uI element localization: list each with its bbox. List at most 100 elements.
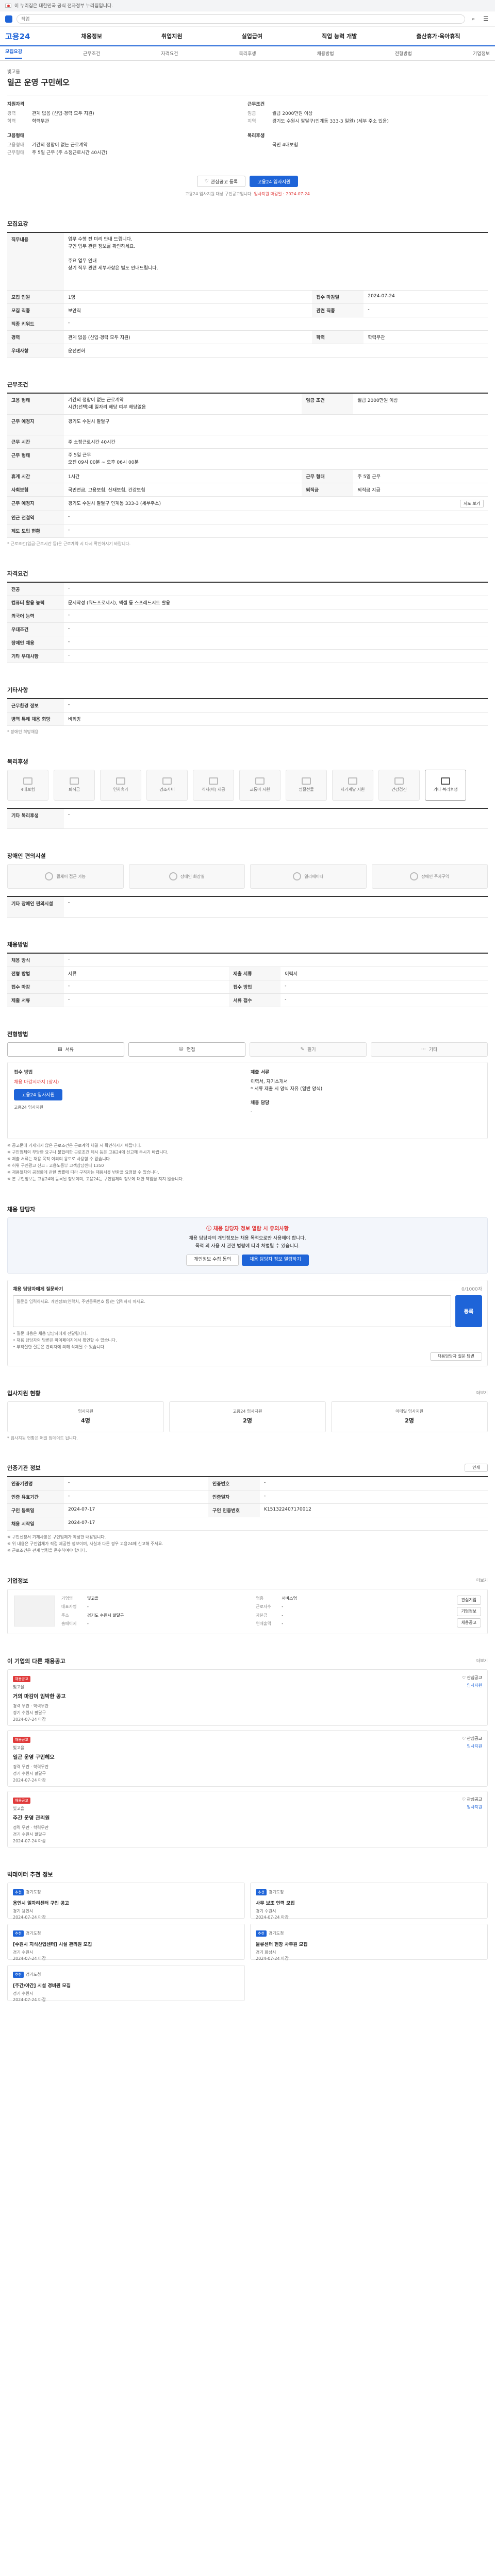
list-item[interactable]: 채용공고 빛고을 주간 운영 관리원 경력 무관 · 학력무관 경기 수원시 팔… bbox=[7, 1790, 488, 1848]
main-content: 빛고을 일곤 운영 구민헤오 지원자격 경력 관계 없음 (신입·경력 모두 지원… bbox=[0, 68, 495, 2022]
table-row: 근무 예정지 경기도 수원시 팔달구 인계동 333-3 (세부주소) 지도 보기 bbox=[7, 496, 488, 511]
view-contact-button[interactable]: 채용 담당자 정보 열람하기 bbox=[242, 1254, 309, 1266]
qa-textarea[interactable] bbox=[13, 1295, 451, 1327]
table-row: 근무 시간 주 소정근로시간 40시간 bbox=[7, 435, 488, 449]
tab-company[interactable]: 기업정보 bbox=[473, 50, 490, 57]
search-icon[interactable]: ⌕ bbox=[469, 15, 477, 23]
method-section-title: 채용방법 bbox=[7, 941, 28, 948]
recommend-card[interactable]: 추천 경기도청 물류센터 현장 사무원 모집 경기 화성시 2024-07-24 … bbox=[250, 1923, 488, 1961]
list-item[interactable]: 채용공고 빛고을 일곤 운영 구민헤오 경력 무관 · 학력무관 경기 수원시 … bbox=[7, 1730, 488, 1787]
qa-box: 채용 담당자에게 질문하기 0/1000자 등록 • 질문 내용은 채용 담당자… bbox=[7, 1279, 488, 1366]
welfare-card: 연차휴가 bbox=[100, 769, 141, 801]
apply-actions: ♡ 관심공고 등록 고용24 입사지원 bbox=[7, 176, 488, 187]
table-row: 경력 관계 없음 (신입·경력 모두 지원) 학력 학력무관 bbox=[7, 330, 488, 344]
table-row: 우대조건 - bbox=[7, 622, 488, 636]
recommend-card[interactable]: 추천 경기도청 [수원시 지식산업센터] 시설 관리원 모집 경기 수원시 202… bbox=[7, 1923, 245, 1961]
company-jobs-button[interactable]: 채용공고 bbox=[456, 1618, 481, 1628]
site-mini-logo[interactable] bbox=[5, 15, 12, 23]
job-tag: 채용공고 bbox=[13, 1675, 30, 1682]
map-button[interactable]: 지도 보기 bbox=[460, 499, 484, 507]
pencil-icon: ✎ bbox=[300, 1046, 304, 1052]
print-button[interactable]: 인쇄 bbox=[465, 1463, 488, 1472]
global-nav: 채용정보 취업지원 실업급여 직업 능력 개발 출산휴가·육아휴직 bbox=[52, 32, 490, 40]
gnb-item-benefit[interactable]: 실업급여 bbox=[241, 32, 262, 40]
apply-button[interactable]: 고용24 입사지원 bbox=[250, 176, 299, 187]
summary-row: 임금 월급 2000만원 이상 bbox=[248, 111, 313, 116]
others-more-link[interactable]: 더보기 bbox=[476, 1658, 488, 1664]
table-row: 전공 - bbox=[7, 582, 488, 596]
save-job-link[interactable]: ♡ 관심공고 bbox=[462, 1736, 482, 1741]
screening-apply-button[interactable]: 고용24 입사지원 bbox=[14, 1089, 62, 1100]
save-job-link[interactable]: ♡ 관심공고 bbox=[462, 1675, 482, 1681]
company-more-link[interactable]: 더보기 bbox=[476, 1578, 488, 1583]
company-info-button[interactable]: 기업정보 bbox=[456, 1606, 481, 1616]
summary-cond-heading: 근무조건 bbox=[248, 102, 265, 107]
table-row: 기타 복리후생 - bbox=[7, 808, 488, 829]
summary-row: 학력 학력무관 bbox=[7, 119, 50, 124]
table-row: 사회보험 국민연금, 고용보험, 산재보험, 건강보험 퇴직금 퇴직금 지급 bbox=[7, 483, 488, 497]
gnb-item-leave[interactable]: 출산휴가·육아휴직 bbox=[416, 32, 460, 40]
summary-row: 경력 관계 없음 (신입·경력 모두 지원) bbox=[7, 111, 94, 116]
tab-screening[interactable]: 전형방법 bbox=[395, 50, 412, 57]
job-title-link[interactable]: 거의 마감이 임박한 공고 bbox=[13, 1692, 451, 1700]
tab-welfare[interactable]: 복리후생 bbox=[239, 50, 256, 57]
welfare-cards: 4대보험 퇴직금 연차휴가 경조사비 식사(비) 제공 교통비 지원 명절선물 … bbox=[7, 769, 488, 801]
meal-icon bbox=[209, 777, 218, 785]
etc-icon bbox=[441, 777, 450, 785]
gov-banner: 이 누리집은 대한민국 공식 전자정부 누리집입니다. bbox=[0, 0, 495, 11]
qa-submit-button[interactable]: 등록 bbox=[455, 1295, 482, 1327]
welfare-card: 명절선물 bbox=[286, 769, 327, 801]
gnb-item-support[interactable]: 취업지원 bbox=[161, 32, 182, 40]
qa-notes: • 질문 내용은 채용 담당자에게 전달됩니다. • 채용 담당자의 답변은 마… bbox=[13, 1331, 117, 1349]
gnb-item-jobs[interactable]: 채용정보 bbox=[81, 32, 102, 40]
job-title-link[interactable]: 주간 운영 관리원 bbox=[13, 1814, 451, 1821]
person-icon: ☺ bbox=[178, 1046, 184, 1052]
table-row: 근무 형태 주 5일 근무 오전 09시 00분 ~ 오후 06시 00분 bbox=[7, 448, 488, 470]
company-actions: 관심기업 기업정보 채용공고 bbox=[456, 1595, 481, 1628]
welfare-card: 식사(비) 제공 bbox=[193, 769, 234, 801]
save-job-button[interactable]: ♡ 관심공고 등록 bbox=[196, 176, 246, 187]
table-row: 직무내용 업무 수행 전 미리 안내 드립니다. 구인 업무 관련 정보를 확인… bbox=[7, 232, 488, 291]
company-name[interactable]: 빛고을 bbox=[7, 68, 488, 75]
heart-icon: ♡ bbox=[461, 1797, 467, 1802]
job-title-link[interactable]: 일곤 운영 구민헤오 bbox=[13, 1753, 451, 1760]
table-row: 구인 등록일 2024-07-17 구인 인증번호 K151322407170012 bbox=[7, 1503, 488, 1517]
table-row: 고용 형태 기간의 정함이 없는 근로계약 시간(선택)제 일자리 해당 여부 해… bbox=[7, 393, 488, 415]
welfare-card: 자기계발 지원 bbox=[332, 769, 373, 801]
table-row: 우대사항 운전면허 bbox=[7, 344, 488, 358]
recommend-card[interactable]: 추천 경기도청 용인시 일자리센터 구인 공고 경기 용인시 2024-07-24… bbox=[7, 1882, 245, 1920]
save-job-link[interactable]: ♡ 관심공고 bbox=[462, 1797, 482, 1802]
apply-link[interactable]: 입사지원 bbox=[467, 1743, 482, 1749]
tab-method[interactable]: 채용방법 bbox=[317, 50, 334, 57]
info-notes: ※ 구인신청서 기재사항은 구인업체가 작성한 내용입니다. ※ 위 내용은 구… bbox=[7, 1534, 163, 1553]
status-more-link[interactable]: 더보기 bbox=[476, 1390, 488, 1396]
tab-recruit[interactable]: 모집요강 bbox=[5, 48, 23, 59]
toilet-icon bbox=[169, 872, 177, 880]
company-follow-button[interactable]: 관심기업 bbox=[456, 1595, 481, 1605]
welfare-card: 교통비 지원 bbox=[239, 769, 280, 801]
recommend-card[interactable]: 추천 경기도청 [주간/야간] 시설 경비원 모집 경기 수원시 2024-07-… bbox=[7, 1964, 245, 2002]
list-item[interactable]: 채용공고 빛고을 거의 마감이 임박한 공고 경력 무관 · 학력무관 경기 수… bbox=[7, 1669, 488, 1726]
table-row: 인증기관명 - 인증번호 - bbox=[7, 1476, 488, 1490]
gnb-item-training[interactable]: 직업 능력 개발 bbox=[322, 32, 357, 40]
others-section-title: 이 기업의 다른 채용공고 bbox=[7, 1657, 65, 1665]
menu-icon[interactable]: ☰ bbox=[482, 15, 490, 23]
gift-icon bbox=[162, 777, 172, 785]
book-icon bbox=[348, 777, 357, 785]
recommend-card[interactable]: 추천 경기도청 사무 보조 인력 모집 경기 수원시 2024-07-24 마감 bbox=[250, 1882, 488, 1920]
company-box: 기업명 빛고을 업종 서비스업 대표자명 - 근로자수 - 주소 경기도 수원시 팔달구 … bbox=[7, 1588, 488, 1634]
table-row: 모집 직종 보안직 관련 직종 - bbox=[7, 303, 488, 317]
consent-button[interactable]: 개인정보 수집 동의 bbox=[186, 1254, 239, 1266]
search-input[interactable] bbox=[16, 14, 465, 24]
qa-more-button[interactable]: 채용담당자 질문 답변 bbox=[430, 1352, 482, 1361]
tab-qualify[interactable]: 자격요건 bbox=[161, 50, 178, 57]
tab-work[interactable]: 근무조건 bbox=[83, 50, 100, 57]
summary-left: 지원자격 경력 관계 없음 (신입·경력 모두 지원) 학력 학력무관 고용형태 고… bbox=[7, 100, 248, 157]
apply-link[interactable]: 입사지원 bbox=[467, 1683, 482, 1688]
apply-link[interactable]: 입사지원 bbox=[467, 1804, 482, 1810]
company-logo bbox=[14, 1595, 55, 1626]
site-logo[interactable]: 고용24 bbox=[5, 31, 52, 42]
disability-cards: 휠체어 접근 가능 장애인 화장실 엘리베이터 장애인 주차구역 bbox=[7, 864, 488, 889]
table-row: 전형 방법 서류 제출 서류 이력서 bbox=[7, 967, 488, 980]
qualify-section-title: 자격요건 bbox=[7, 570, 28, 577]
